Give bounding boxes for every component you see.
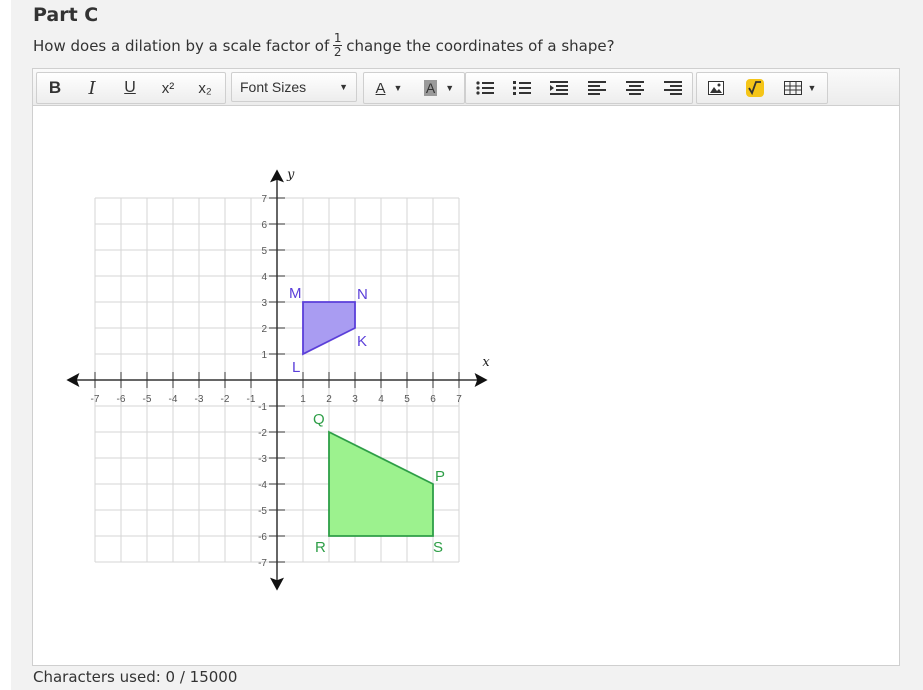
chevron-down-icon: ▼ — [807, 83, 817, 93]
x-tick-label: 3 — [352, 394, 358, 405]
y-tick-label: 3 — [261, 298, 267, 309]
y-tick-label: -4 — [258, 480, 267, 491]
vertex-label-p: P — [435, 468, 445, 485]
italic-button[interactable]: I — [73, 74, 111, 102]
x-tick-label: 7 — [456, 394, 462, 405]
y-tick-label: -5 — [258, 506, 267, 517]
subscript-button[interactable]: x₂ — [187, 74, 223, 102]
x-tick-label: -4 — [169, 394, 178, 405]
insert-table-button[interactable]: ▼ — [775, 74, 825, 102]
fraction: 1 2 — [333, 31, 343, 59]
fraction-numerator: 1 — [333, 31, 342, 45]
align-center-button[interactable] — [616, 74, 654, 102]
paragraph-group — [465, 72, 693, 104]
font-color-icon: A — [375, 79, 386, 97]
part-title: Part C — [33, 4, 99, 26]
y-tick-label: 6 — [261, 220, 267, 231]
y-tick-label: -2 — [258, 428, 267, 439]
x-tick-label: -1 — [247, 394, 256, 405]
x-tick-label: 1 — [300, 394, 306, 405]
y-axis-label: y — [286, 168, 295, 183]
fraction-denominator: 2 — [333, 45, 342, 59]
x-tick-label: -5 — [143, 394, 152, 405]
align-left-icon — [588, 81, 606, 95]
bullet-list-icon — [475, 81, 494, 95]
superscript-button[interactable]: x² — [149, 74, 187, 102]
editor-toolbar: B I U x² x₂ Font Sizes ▼ A ▼ A ▼ ▼ — [33, 69, 899, 106]
vertex-label-s: S — [433, 539, 443, 556]
vertex-label-n: N — [357, 286, 368, 303]
indent-button[interactable] — [540, 74, 578, 102]
x-tick-label: -6 — [117, 394, 126, 405]
chevron-down-icon: ▼ — [445, 83, 455, 93]
y-tick-label: -7 — [258, 558, 267, 569]
y-tick-label: -3 — [258, 454, 267, 465]
font-sizes-dropdown[interactable]: Font Sizes ▼ — [231, 72, 357, 102]
insert-group: ▼ — [696, 72, 828, 104]
y-tick-label: 2 — [261, 324, 267, 335]
question-text-after: change the coordinates of a shape? — [346, 36, 615, 55]
font-color-button[interactable]: A ▼ — [364, 74, 414, 102]
table-icon — [783, 81, 802, 95]
y-tick-label: -6 — [258, 532, 267, 543]
vertex-label-r: R — [315, 539, 326, 556]
y-tick-label: 5 — [261, 246, 267, 257]
insert-image-button[interactable] — [697, 74, 735, 102]
indent-icon — [550, 81, 568, 95]
format-group: B I U x² x₂ — [36, 72, 226, 104]
y-tick-label: 7 — [261, 194, 267, 205]
align-left-button[interactable] — [578, 74, 616, 102]
underline-button[interactable]: U — [111, 74, 149, 102]
x-tick-label: 5 — [404, 394, 410, 405]
numbered-list-button[interactable] — [503, 74, 540, 102]
insert-equation-button[interactable] — [735, 74, 775, 102]
question-text: How does a dilation by a scale factor of… — [33, 31, 615, 59]
x-tick-label: -2 — [221, 394, 230, 405]
align-center-icon — [626, 81, 644, 95]
y-tick-label: -1 — [258, 402, 267, 413]
y-tick-label: 4 — [261, 272, 267, 283]
x-tick-label: -7 — [91, 394, 100, 405]
font-sizes-label: Font Sizes — [240, 79, 307, 95]
chevron-down-icon: ▼ — [393, 83, 403, 93]
question-text-before: How does a dilation by a scale factor of — [33, 36, 330, 55]
highlight-color-button[interactable]: A ▼ — [414, 74, 464, 102]
align-right-button[interactable] — [654, 74, 692, 102]
vertex-label-q: Q — [313, 411, 325, 428]
image-icon — [708, 81, 724, 95]
bullet-list-button[interactable] — [466, 74, 503, 102]
x-axis-label: x — [482, 355, 490, 370]
vertex-label-m: M — [289, 285, 302, 302]
chevron-down-icon: ▼ — [339, 82, 348, 92]
highlight-color-icon: A — [423, 80, 438, 96]
y-tick-label: 1 — [261, 350, 267, 361]
coordinate-graph: -7 -6 -5 -4 -3 -2 -1 1 2 3 4 5 6 7 7 6 5 4 3 2 1 -1 -2 -3 -4 -5 -6… — [66, 168, 490, 591]
x-tick-label: -3 — [195, 394, 204, 405]
character-count: Characters used: 0 / 15000 — [33, 668, 238, 686]
vertex-label-k: K — [357, 333, 367, 350]
bold-button[interactable]: B — [37, 74, 73, 102]
align-right-icon — [664, 81, 682, 95]
equation-icon — [746, 79, 764, 97]
numbered-list-icon — [512, 81, 531, 95]
vertex-label-l: L — [292, 359, 300, 376]
x-tick-label: 6 — [430, 394, 436, 405]
x-tick-label: 2 — [326, 394, 332, 405]
x-tick-label: 4 — [378, 394, 384, 405]
color-group: A ▼ A ▼ — [363, 72, 465, 104]
